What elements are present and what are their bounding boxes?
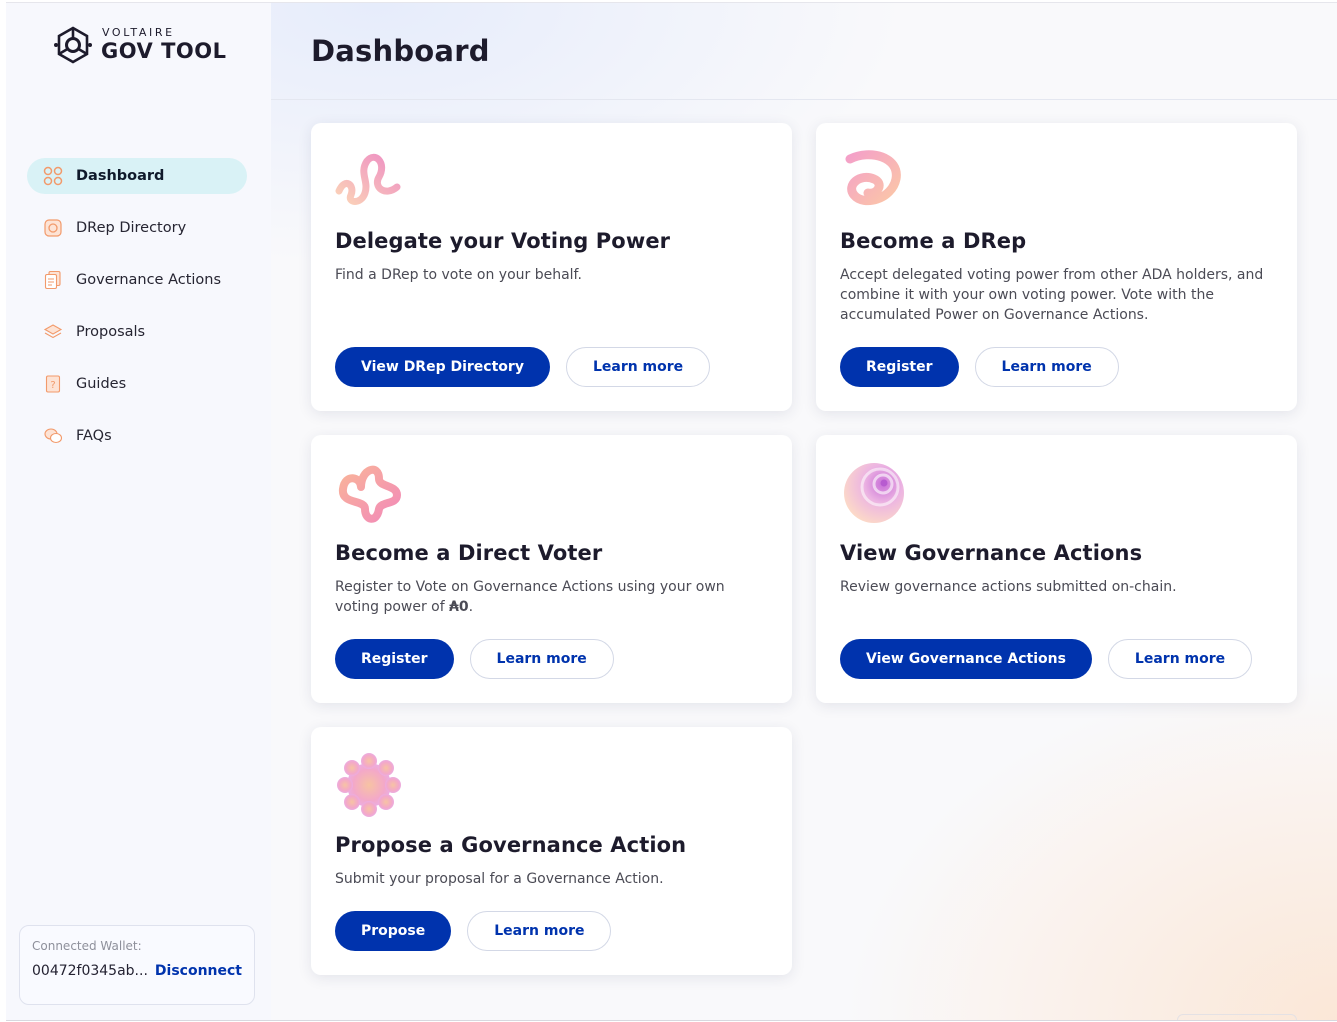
governance-actions-icon — [43, 270, 63, 290]
learn-more-button[interactable]: Learn more — [1107, 639, 1253, 679]
sidebar-item-label: Dashboard — [76, 168, 165, 184]
svg-text:?: ? — [50, 380, 55, 391]
card-delegate: Delegate your Voting Power Find a DRep t… — [311, 123, 792, 411]
sidebar-item-label: Guides — [76, 376, 127, 392]
knot-icon — [339, 465, 401, 523]
sidebar-item-drep-directory[interactable]: DRep Directory — [27, 210, 247, 246]
sidebar-item-label: DRep Directory — [76, 220, 187, 236]
description-text: Register to Vote on Governance Actions u… — [335, 579, 725, 615]
propose-button[interactable]: Propose — [335, 911, 452, 951]
card-description: Accept delegated voting power from other… — [840, 267, 1264, 323]
wallet-label: Connected Wallet: — [32, 939, 142, 953]
wallet-address: 00472f0345ab... — [32, 963, 148, 979]
shell-icon — [844, 463, 904, 523]
card-direct-voter: Become a Direct Voter Register to Vote o… — [311, 435, 792, 703]
logo-title: GOV TOOL — [101, 39, 227, 63]
app-logo[interactable]: VOLTAIRE GOV TOOL — [53, 25, 227, 65]
spiral-ribbon-icon — [335, 153, 401, 205]
card-title: Delegate your Voting Power — [335, 229, 671, 253]
app-window: VOLTAIRE GOV TOOL Dashboard DRep Directo… — [6, 2, 1337, 1021]
card-description: Find a DRep to vote on your behalf. — [335, 267, 582, 283]
description-suffix: . — [468, 599, 474, 615]
scroll-indicator — [1177, 1014, 1297, 1020]
faq-chat-icon — [43, 426, 63, 446]
card-title: View Governance Actions — [840, 541, 1143, 565]
drep-directory-icon — [43, 218, 63, 238]
learn-more-button[interactable]: Learn more — [974, 347, 1119, 387]
flower-icon — [337, 753, 401, 817]
dashboard-grid-icon — [43, 166, 63, 186]
page-header: Dashboard — [271, 3, 1337, 100]
sidebar: VOLTAIRE GOV TOOL Dashboard DRep Directo… — [6, 3, 271, 1020]
view-drep-directory-button[interactable]: View DRep Directory — [335, 347, 550, 387]
card-become-drep: Become a DRep Accept delegated voting po… — [816, 123, 1297, 411]
learn-more-button[interactable]: Learn more — [469, 639, 614, 679]
page-title: Dashboard — [311, 34, 490, 68]
connected-wallet-panel: Connected Wallet: 00472f0345ab... Discon… — [19, 925, 255, 1005]
card-description: Submit your proposal for a Governance Ac… — [335, 871, 664, 887]
guides-book-icon: ? — [43, 374, 63, 394]
sidebar-item-guides[interactable]: ? Guides — [27, 366, 247, 402]
sidebar-nav: Dashboard DRep Directory Governance Acti… — [27, 158, 247, 470]
sidebar-item-dashboard[interactable]: Dashboard — [27, 158, 247, 194]
view-governance-actions-button[interactable]: View Governance Actions — [840, 639, 1092, 679]
card-description: Register to Vote on Governance Actions u… — [335, 577, 768, 617]
card-propose-governance-action: Propose a Governance Action Submit your … — [311, 727, 792, 975]
sidebar-item-label: Proposals — [76, 324, 146, 340]
register-direct-voter-button[interactable]: Register — [335, 639, 454, 679]
learn-more-button[interactable]: Learn more — [565, 347, 711, 387]
sidebar-item-faqs[interactable]: FAQs — [27, 418, 247, 454]
card-title: Become a Direct Voter — [335, 541, 603, 565]
disconnect-button[interactable]: Disconnect — [155, 963, 242, 979]
swirl-icon — [845, 150, 901, 206]
proposals-layers-icon — [43, 322, 63, 342]
gov-tool-logo-icon — [54, 26, 92, 64]
main-content: Dashboard Delegate your Voting Power Fin… — [271, 3, 1337, 1020]
card-description: Review governance actions submitted on-c… — [840, 579, 1177, 595]
card-title: Propose a Governance Action — [335, 833, 687, 857]
logo-subtitle: VOLTAIRE — [102, 26, 175, 39]
sidebar-item-governance-actions[interactable]: Governance Actions — [27, 262, 247, 298]
sidebar-item-label: FAQs — [76, 428, 112, 444]
card-view-governance-actions: View Governance Actions Review governanc… — [816, 435, 1297, 703]
learn-more-button[interactable]: Learn more — [467, 911, 612, 951]
sidebar-item-label: Governance Actions — [76, 272, 222, 288]
register-drep-button[interactable]: Register — [840, 347, 959, 387]
sidebar-item-proposals[interactable]: Proposals — [27, 314, 247, 350]
voting-power-amount: ₳0 — [449, 599, 469, 615]
card-title: Become a DRep — [840, 229, 1027, 253]
